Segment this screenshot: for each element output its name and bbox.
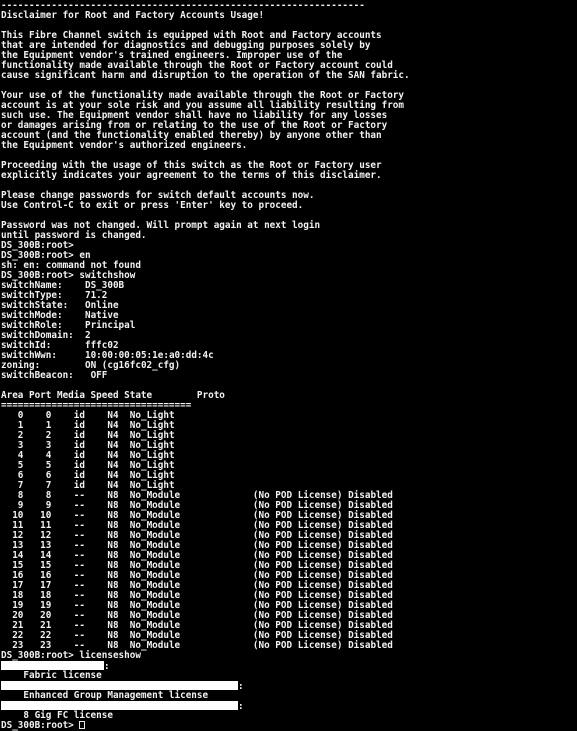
- switch-field-label: switchBeacon:: [1, 370, 74, 381]
- license-key-line: :: [1, 701, 577, 712]
- password-notice-l2: until password is changed.: [1, 230, 147, 241]
- license-key-suffix: :: [104, 661, 110, 672]
- terminal-screen: ----------------------------------------…: [0, 0, 577, 731]
- disclaimer-p1-l5: cause significant harm and disruption to…: [1, 70, 410, 81]
- port-table-body: 0 0 id N4 No_Light 1 1 id N4 No_Light 2 …: [1, 411, 577, 651]
- terminal-window[interactable]: ----------------------------------------…: [0, 0, 577, 731]
- license-key-suffix: :: [238, 701, 244, 712]
- license-key-line: :: [1, 681, 577, 692]
- license-feature-line: Fabric license: [1, 670, 102, 681]
- final-prompt-text: DS_300B:root>: [1, 720, 74, 731]
- license-key-redaction-bar: [1, 681, 238, 690]
- disclaimer-p2-l6: the Equipment vendor's authorized engine…: [1, 140, 248, 151]
- switch-field-switchbeacon: switchBeacon: OFF: [1, 371, 577, 381]
- license-key-redaction-bar: [1, 701, 238, 710]
- final-prompt-line: DS_300B:root>: [1, 721, 577, 731]
- command-licenseshow: DS_300B:root> licenseshow: [1, 650, 141, 661]
- switch-field-value: Principal: [84, 320, 136, 331]
- disclaimer-title: Disclaimer for Root and Factory Accounts…: [1, 10, 265, 21]
- disclaimer-p3-l2: explicitly indicates your agreement to t…: [1, 170, 382, 181]
- port-row-note: (No POD License) Disabled: [180, 640, 393, 651]
- switch-field-value: OFF: [90, 370, 108, 381]
- license-feature-line: 8 Gig FC license: [1, 710, 113, 721]
- license-key-suffix: :: [238, 681, 244, 692]
- switch-field-pad: [74, 370, 91, 381]
- disclaimer-p4-l2: Use Control-C to exit or press 'Enter' k…: [1, 200, 304, 211]
- license-key-redaction-bar: [1, 661, 104, 670]
- text-cursor[interactable]: [79, 721, 86, 729]
- license-list: : Fabric license: Enhanced Group Managem…: [1, 661, 577, 721]
- license-key-line: :: [1, 661, 577, 672]
